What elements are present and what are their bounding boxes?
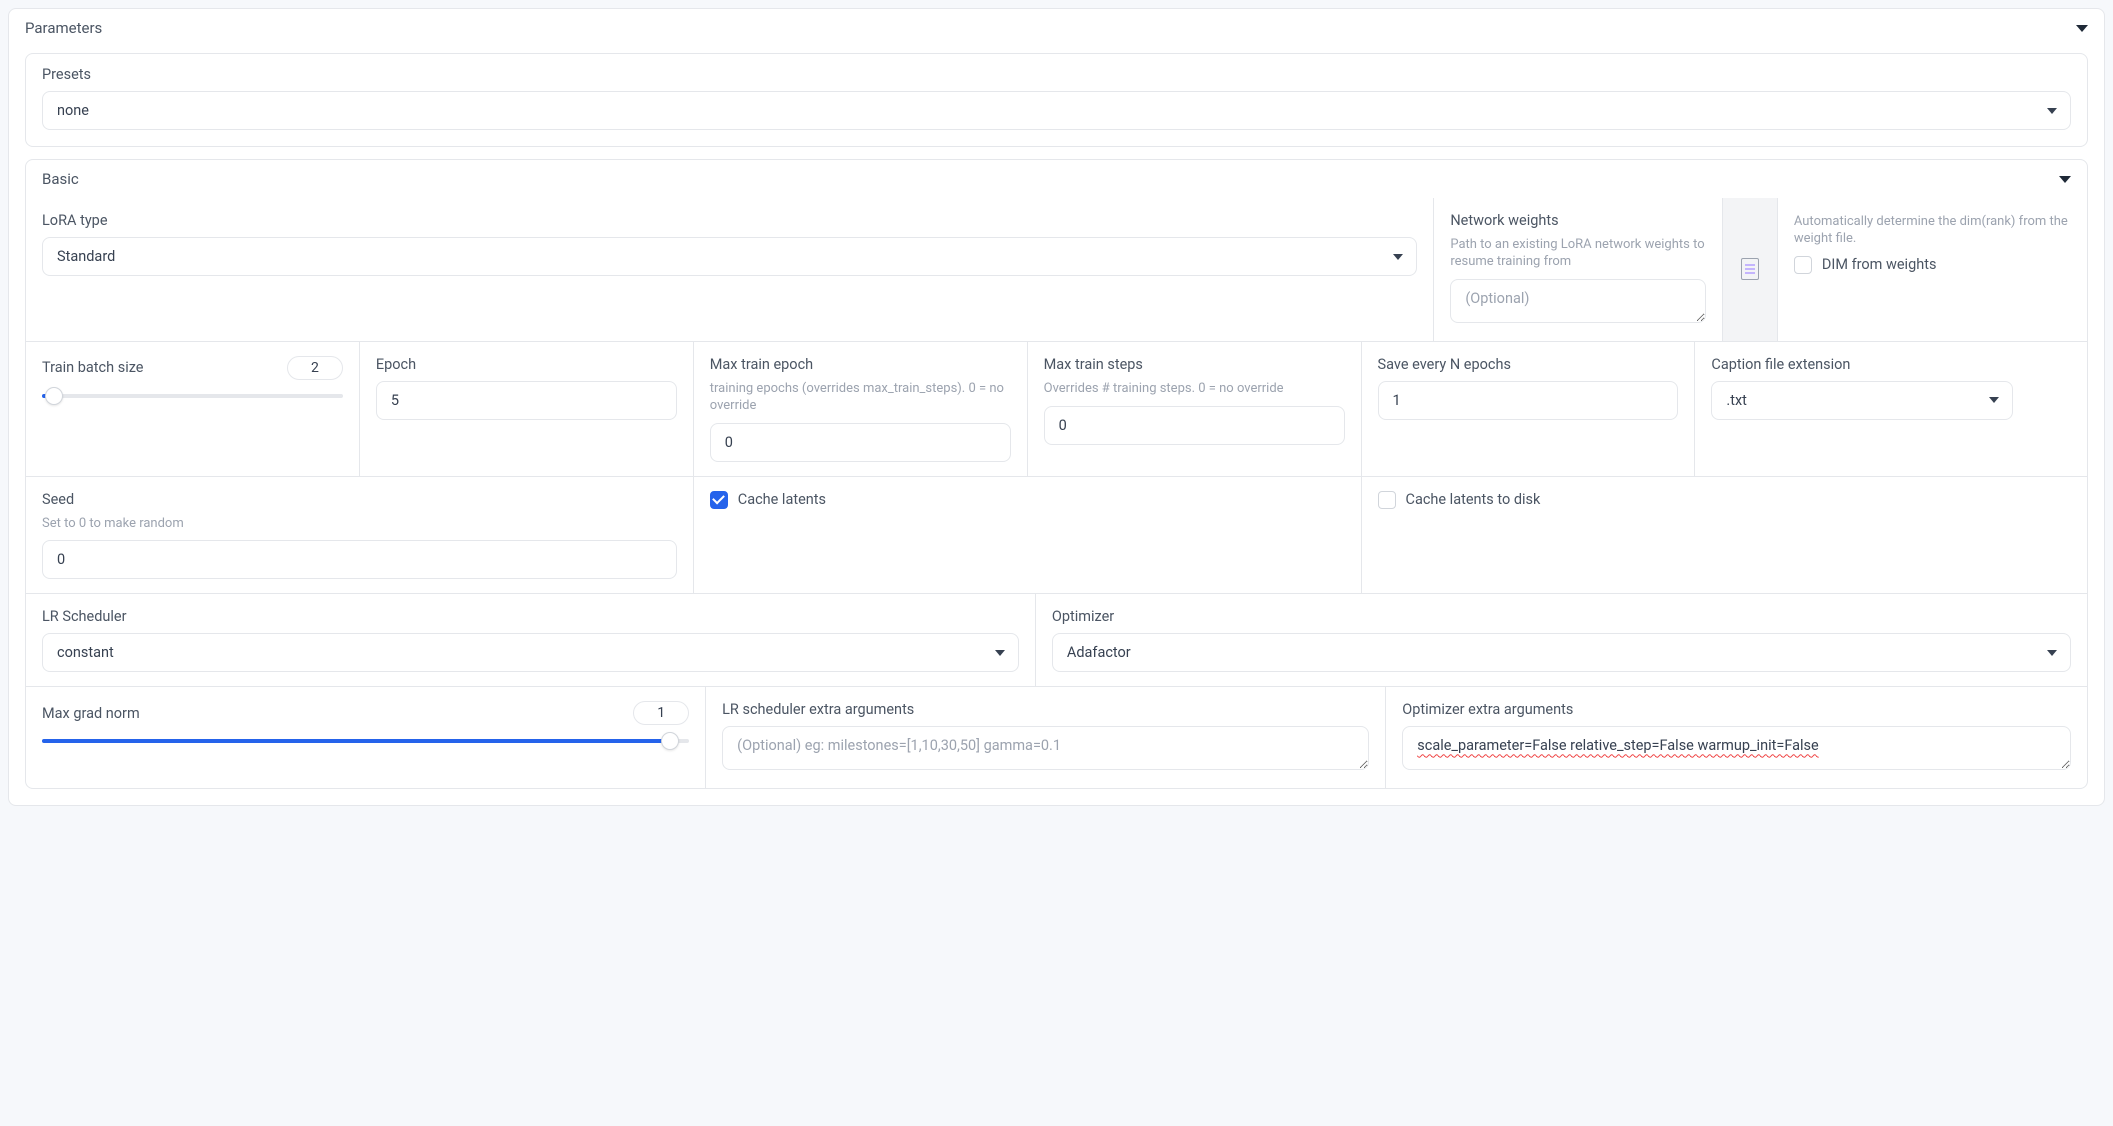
lr-scheduler-select[interactable]: constant <box>42 633 1019 672</box>
network-weights-label: Network weights <box>1450 212 1706 229</box>
cache-latents-disk-label: Cache latents to disk <box>1406 491 1541 508</box>
max-train-steps-cell: Max train steps Overrides # training ste… <box>1028 342 1362 476</box>
lora-type-cell: LoRA type Standard <box>26 198 1434 341</box>
network-weights-cell: Network weights Path to an existing LoRA… <box>1434 198 1723 341</box>
max-grad-norm-cell: Max grad norm 1 <box>26 687 706 788</box>
parameters-panel: Parameters Presets none Basic LoRA t <box>8 8 2105 806</box>
network-weights-help: Path to an existing LoRA network weights… <box>1450 237 1706 271</box>
train-batch-size-value[interactable]: 2 <box>287 356 343 380</box>
presets-select[interactable]: none <box>42 91 2071 130</box>
optimizer-extra-cell: Optimizer extra arguments scale_paramete… <box>1386 687 2087 788</box>
lr-scheduler-extra-cell: LR scheduler extra arguments <box>706 687 1386 788</box>
epoch-input[interactable] <box>376 381 677 420</box>
lora-type-label: LoRA type <box>42 212 1417 229</box>
checkbox-checked-icon <box>710 491 728 509</box>
lr-scheduler-extra-input[interactable] <box>722 726 1369 770</box>
epoch-cell: Epoch <box>360 342 694 476</box>
cache-latents-disk-checkbox[interactable]: Cache latents to disk <box>1378 491 2072 509</box>
basic-section: Basic LoRA type Standard Network weights… <box>25 159 2088 789</box>
dim-from-weights-help: Automatically determine the dim(rank) fr… <box>1794 214 2071 248</box>
seed-input[interactable] <box>42 540 677 579</box>
max-grad-norm-value[interactable]: 1 <box>633 701 689 725</box>
max-train-steps-input[interactable] <box>1044 406 1345 445</box>
presets-label: Presets <box>42 66 2071 83</box>
max-train-epoch-help: training epochs (overrides max_train_ste… <box>710 381 1011 415</box>
max-train-epoch-input[interactable] <box>710 423 1011 462</box>
parameters-title: Parameters <box>25 19 102 37</box>
save-every-n-epochs-cell: Save every N epochs <box>1362 342 1696 476</box>
optimizer-extra-label: Optimizer extra arguments <box>1402 701 2071 718</box>
chevron-down-icon[interactable] <box>2059 176 2071 183</box>
optimizer-select[interactable]: Adafactor <box>1052 633 2071 672</box>
optimizer-extra-input[interactable]: scale_parameter=False relative_step=Fals… <box>1402 726 2071 770</box>
save-every-n-epochs-input[interactable] <box>1378 381 1679 420</box>
cache-latents-disk-cell: Cache latents to disk <box>1362 477 2088 594</box>
optimizer-cell: Optimizer Adafactor <box>1036 594 2087 686</box>
seed-label: Seed <box>42 491 677 508</box>
dim-from-weights-cell: Automatically determine the dim(rank) fr… <box>1778 198 2087 341</box>
dim-from-weights-checkbox[interactable]: DIM from weights <box>1794 256 2071 274</box>
max-train-steps-label: Max train steps <box>1044 356 1345 373</box>
seed-help: Set to 0 to make random <box>42 516 677 533</box>
caption-ext-select[interactable]: .txt <box>1711 381 2013 420</box>
presets-section: Presets none <box>25 53 2088 147</box>
basic-title: Basic <box>42 170 79 188</box>
train-batch-size-slider[interactable] <box>42 386 343 406</box>
cache-latents-checkbox[interactable]: Cache latents <box>710 491 1345 509</box>
max-grad-norm-slider[interactable] <box>42 731 689 751</box>
max-train-steps-help: Overrides # training steps. 0 = no overr… <box>1044 381 1345 398</box>
document-icon <box>1741 258 1759 280</box>
caption-ext-cell: Caption file extension .txt <box>1695 342 2029 476</box>
lr-scheduler-label: LR Scheduler <box>42 608 1019 625</box>
optimizer-label: Optimizer <box>1052 608 2071 625</box>
epoch-label: Epoch <box>376 356 677 373</box>
cache-latents-label: Cache latents <box>738 491 826 508</box>
lora-type-select[interactable]: Standard <box>42 237 1417 276</box>
network-weights-browse-button[interactable] <box>1723 198 1778 341</box>
save-every-n-epochs-label: Save every N epochs <box>1378 356 1679 373</box>
train-batch-size-cell: Train batch size 2 <box>26 342 360 476</box>
train-batch-size-label: Train batch size <box>42 359 144 376</box>
max-train-epoch-cell: Max train epoch training epochs (overrid… <box>694 342 1028 476</box>
network-weights-input[interactable] <box>1450 279 1706 323</box>
checkbox-icon <box>1378 491 1396 509</box>
chevron-down-icon[interactable] <box>2076 25 2088 32</box>
checkbox-icon <box>1794 256 1812 274</box>
dim-from-weights-label: DIM from weights <box>1822 256 1937 273</box>
max-grad-norm-label: Max grad norm <box>42 705 140 722</box>
lr-scheduler-extra-label: LR scheduler extra arguments <box>722 701 1369 718</box>
cache-latents-cell: Cache latents <box>694 477 1362 594</box>
parameters-header[interactable]: Parameters <box>9 9 2104 47</box>
caption-ext-label: Caption file extension <box>1711 356 2013 373</box>
seed-cell: Seed Set to 0 to make random <box>26 477 694 594</box>
max-train-epoch-label: Max train epoch <box>710 356 1011 373</box>
basic-header[interactable]: Basic <box>26 160 2087 198</box>
lr-scheduler-cell: LR Scheduler constant <box>26 594 1036 686</box>
